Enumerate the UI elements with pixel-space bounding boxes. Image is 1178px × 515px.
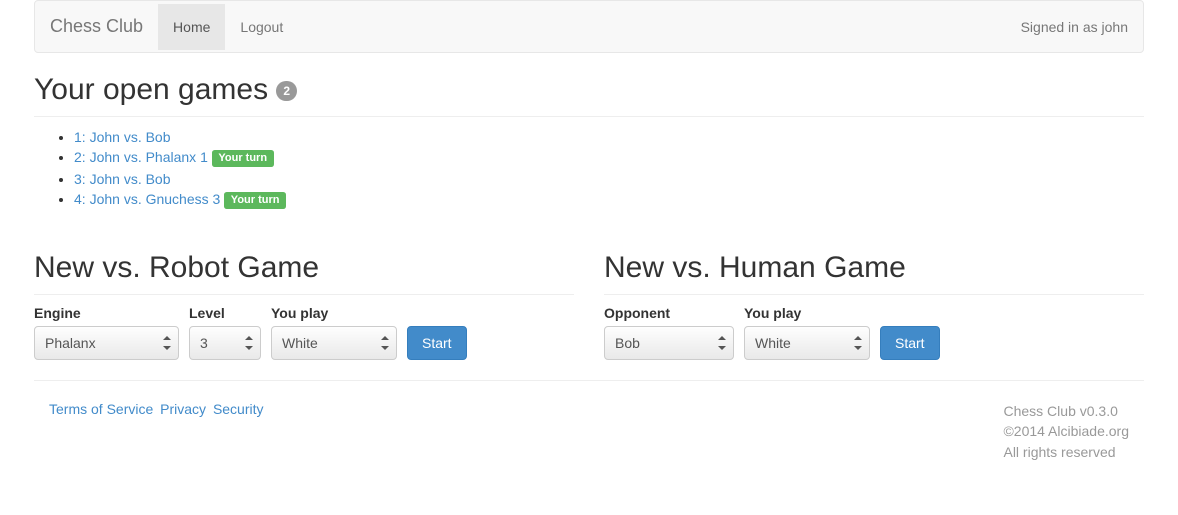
- updown-icon: [853, 335, 863, 351]
- navbar: Chess Club Home Logout Signed in as john: [34, 0, 1144, 53]
- opponent-select[interactable]: Bob: [604, 326, 734, 360]
- engine-select[interactable]: Phalanx: [34, 326, 179, 360]
- you-play-value: White: [755, 335, 791, 351]
- updown-icon: [244, 335, 254, 351]
- footer-security-link[interactable]: Security: [213, 401, 264, 417]
- footer-privacy-link[interactable]: Privacy: [160, 401, 206, 417]
- list-item: 3: John vs. Bob: [74, 169, 1144, 189]
- nav-logout[interactable]: Logout: [225, 4, 298, 50]
- your-turn-badge: Your turn: [212, 150, 274, 167]
- you-play-select[interactable]: White: [271, 326, 397, 360]
- open-games-title: Your open games: [34, 73, 276, 106]
- footer-rights: All rights reserved: [1003, 442, 1129, 462]
- you-play-select[interactable]: White: [744, 326, 870, 360]
- engine-value: Phalanx: [45, 335, 96, 351]
- list-item: 4: John vs. Gnuchess 3 Your turn: [74, 189, 1144, 211]
- updown-icon: [717, 335, 727, 351]
- new-robot-heading: New vs. Robot Game: [34, 251, 574, 295]
- start-human-button[interactable]: Start: [880, 326, 940, 360]
- game-link[interactable]: 3: John vs. Bob: [74, 171, 171, 187]
- updown-icon: [162, 335, 172, 351]
- open-games-count-badge: 2: [276, 81, 297, 101]
- updown-icon: [380, 335, 390, 351]
- nav-home[interactable]: Home: [158, 4, 225, 50]
- footer: Terms of Service Privacy Security Chess …: [34, 401, 1144, 462]
- list-item: 1: John vs. Bob: [74, 127, 1144, 147]
- start-robot-button[interactable]: Start: [407, 326, 467, 360]
- footer-version: Chess Club v0.3.0: [1003, 401, 1129, 421]
- you-play-label: You play: [744, 305, 870, 321]
- game-link[interactable]: 2: John vs. Phalanx 1: [74, 149, 208, 165]
- footer-divider: [34, 380, 1144, 381]
- open-games-heading: Your open games 2: [34, 73, 1144, 117]
- game-link[interactable]: 4: John vs. Gnuchess 3: [74, 191, 220, 207]
- your-turn-badge: Your turn: [224, 192, 286, 209]
- footer-terms-link[interactable]: Terms of Service: [49, 401, 153, 417]
- you-play-value: White: [282, 335, 318, 351]
- level-label: Level: [189, 305, 261, 321]
- list-item: 2: John vs. Phalanx 1 Your turn: [74, 147, 1144, 169]
- engine-label: Engine: [34, 305, 179, 321]
- new-human-heading: New vs. Human Game: [604, 251, 1144, 295]
- signed-in-text: Signed in as john: [1021, 4, 1128, 50]
- open-games-list: 1: John vs. Bob 2: John vs. Phalanx 1 Yo…: [34, 127, 1144, 211]
- you-play-label: You play: [271, 305, 397, 321]
- footer-copyright: ©2014 Alcibiade.org: [1003, 421, 1129, 441]
- level-select[interactable]: 3: [189, 326, 261, 360]
- game-link[interactable]: 1: John vs. Bob: [74, 129, 171, 145]
- opponent-label: Opponent: [604, 305, 734, 321]
- opponent-value: Bob: [615, 335, 640, 351]
- level-value: 3: [200, 335, 208, 351]
- brand-link[interactable]: Chess Club: [50, 1, 158, 52]
